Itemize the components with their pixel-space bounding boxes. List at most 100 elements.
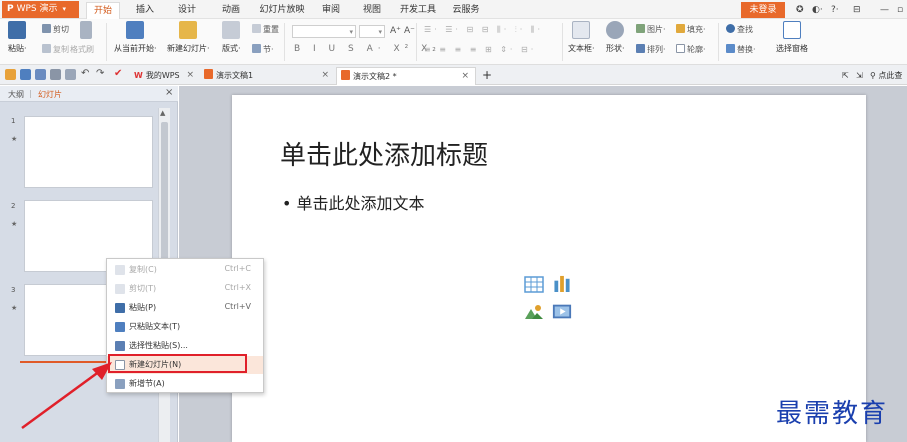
doc-tab-presentation-2[interactable]: 演示文稿2 * ×: [336, 67, 476, 85]
tab-animation[interactable]: 动画: [216, 2, 246, 19]
slide-thumbnail-1[interactable]: [24, 116, 153, 188]
wps-logo-icon: P: [7, 4, 14, 14]
shrink-font-button[interactable]: A⁻: [404, 25, 415, 37]
text-box-label: 文本框·: [568, 44, 595, 53]
search-placeholder: 点此查: [878, 71, 903, 80]
cut-button[interactable]: 剪切: [42, 24, 69, 36]
section-icon: [252, 44, 261, 53]
doc-tab-my-wps[interactable]: W 我的WPS ×: [130, 67, 200, 85]
tab-view[interactable]: 视图: [357, 2, 387, 19]
font-size-select[interactable]: ▾: [359, 25, 385, 38]
search-box[interactable]: ⚲ 点此查: [866, 67, 902, 85]
replace-button[interactable]: 替换·: [726, 44, 756, 56]
insert-video-icon[interactable]: [552, 303, 572, 320]
menu-item-paste-special[interactable]: 选择性粘贴(S)...: [107, 337, 263, 355]
tab-outline[interactable]: 大纲: [8, 89, 24, 100]
scroll-up-icon[interactable]: ▲: [160, 109, 165, 117]
layout-label: 版式·: [222, 44, 241, 53]
from-current-button[interactable]: 从当前开始·: [114, 21, 157, 54]
body-placeholder[interactable]: • 单击此处添加文本: [282, 190, 425, 214]
new-tab-button[interactable]: +: [478, 67, 492, 85]
format-painter-button[interactable]: 格式刷: [70, 44, 94, 56]
slide-canvas[interactable]: 单击此处添加标题 • 单击此处添加文本: [232, 95, 866, 442]
copy-label: 复制: [53, 45, 69, 54]
new-slide-button[interactable]: 新建幻灯片·: [167, 21, 210, 54]
paste-text-icon: [115, 322, 125, 332]
window-icon[interactable]: ▫: [897, 2, 903, 18]
insert-picture-icon[interactable]: [524, 303, 544, 320]
format-painter-icon[interactable]: [80, 21, 92, 43]
fill-icon: [676, 24, 685, 33]
menu-item-new-section[interactable]: 新增节(A): [107, 375, 263, 393]
align-buttons[interactable]: ≡ ≡ ≡ ≡ ⊞ ⇕· ⊟·: [424, 44, 536, 56]
paste-icon: [115, 303, 125, 313]
tab-slideshow[interactable]: 幻灯片放映: [257, 2, 307, 19]
arrange-icon: [636, 44, 645, 53]
copy-button[interactable]: 复制: [42, 44, 69, 56]
app-menu-button[interactable]: P WPS 演示 ▾: [2, 1, 79, 18]
select-pane-icon: [783, 21, 801, 39]
tab-home[interactable]: 开始: [86, 2, 120, 19]
close-icon[interactable]: ×: [165, 87, 173, 98]
menu-item-paste-text-only[interactable]: 只粘贴文本(T): [107, 318, 263, 336]
close-icon[interactable]: ×: [186, 67, 194, 84]
slide-number: 2: [11, 202, 16, 210]
title-placeholder[interactable]: 单击此处添加标题: [280, 135, 488, 172]
grow-font-button[interactable]: A⁺: [390, 25, 401, 37]
paste-icon: [8, 21, 27, 39]
close-icon[interactable]: ×: [321, 67, 329, 84]
insert-chart-icon[interactable]: [552, 275, 572, 292]
paste-special-icon: [115, 341, 125, 351]
layout-button[interactable]: 版式·: [222, 21, 241, 54]
find-button[interactable]: 查找: [726, 24, 753, 36]
settings-icon[interactable]: ✪: [796, 2, 804, 18]
minimize-icon[interactable]: —: [880, 2, 889, 18]
help-button[interactable]: ?·: [831, 2, 839, 18]
redo-icon[interactable]: ↷: [96, 69, 107, 80]
menu-item-cut[interactable]: 剪切(T) Ctrl+X: [107, 280, 263, 298]
close-icon[interactable]: ×: [461, 68, 469, 85]
outline-button[interactable]: 轮廓·: [676, 44, 706, 56]
tab-design[interactable]: 设计: [172, 2, 202, 19]
tab-review[interactable]: 审阅: [316, 2, 346, 19]
menu-item-copy[interactable]: 复制(C) Ctrl+C: [107, 261, 263, 279]
shape-button[interactable]: 形状·: [606, 21, 625, 54]
doc-tab-presentation-1[interactable]: 演示文稿1 ×: [200, 67, 335, 85]
font-name-select[interactable]: ▾: [292, 25, 356, 38]
slide-number: 1: [11, 117, 16, 125]
insert-table-icon[interactable]: [524, 276, 544, 293]
tab-slides[interactable]: 幻灯片: [38, 89, 62, 100]
list-buttons[interactable]: ☰· ☰· ⊟ ⊟ ⫼· ⫶· ⫼·: [424, 24, 543, 36]
tab-developer[interactable]: 开发工具: [396, 2, 440, 19]
login-button[interactable]: 未登录: [741, 2, 785, 18]
fill-button[interactable]: 填充·: [676, 24, 706, 36]
app-name: WPS 演示: [16, 4, 58, 14]
animation-star-icon: ★: [11, 135, 18, 143]
picture-button[interactable]: 图片·: [636, 24, 666, 36]
preview-icon[interactable]: [65, 69, 76, 80]
paste-label: 粘贴·: [8, 44, 27, 53]
export-pdf-icon[interactable]: [35, 69, 46, 80]
reset-button[interactable]: 重置: [252, 24, 279, 36]
section-button[interactable]: 节·: [252, 44, 274, 56]
print-icon[interactable]: [50, 69, 61, 80]
tab-cloud[interactable]: 云服务: [449, 2, 483, 19]
text-box-button[interactable]: 文本框·: [568, 21, 595, 54]
menu-item-paste[interactable]: 粘贴(P) Ctrl+V: [107, 299, 263, 317]
paste-button[interactable]: 粘贴·: [8, 21, 27, 54]
animation-star-icon: ★: [11, 304, 18, 312]
pin-icon[interactable]: ⇱: [838, 67, 849, 85]
restore-icon[interactable]: ⊟: [853, 2, 861, 18]
open-icon[interactable]: [5, 69, 16, 80]
font-format-buttons[interactable]: B I U S A· X² X₂: [294, 44, 441, 54]
search-icon: ⚲: [870, 71, 876, 80]
undo-icon[interactable]: ↶: [81, 69, 92, 80]
customize-icon[interactable]: ✔: [114, 69, 125, 80]
section-label: 节·: [263, 45, 274, 54]
select-pane-button[interactable]: 选择窗格: [776, 21, 808, 54]
tab-insert[interactable]: 插入: [130, 2, 160, 19]
save-icon[interactable]: [20, 69, 31, 80]
arrange-button[interactable]: 排列·: [636, 44, 666, 56]
skin-icon[interactable]: ◐·: [812, 2, 823, 18]
share-icon[interactable]: ⇲: [852, 67, 863, 85]
